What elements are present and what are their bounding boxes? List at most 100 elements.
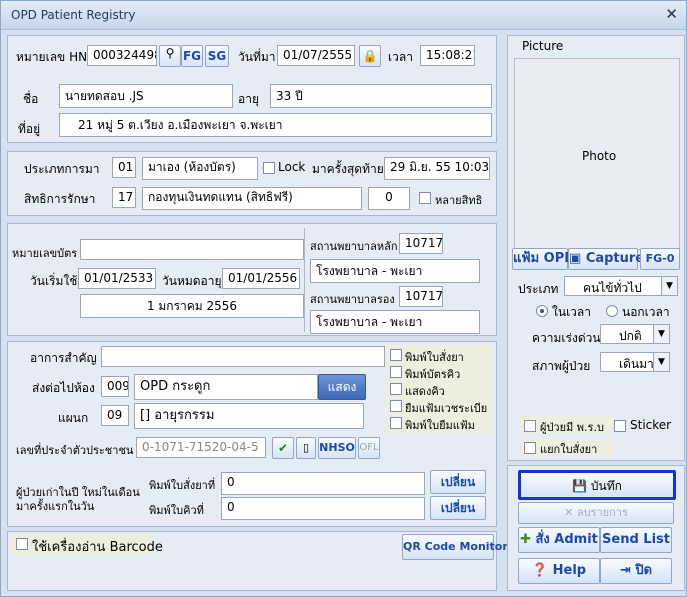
send-room-code[interactable]: 009 [101, 376, 129, 397]
sg-button[interactable]: SG [205, 45, 229, 67]
print-opt-3: ยืมแฟ้มเวชระเบีย [405, 402, 488, 415]
patient-type-select[interactable]: คนไข้ทั่วไป ▼ [564, 276, 678, 296]
patient-type-value: คนไข้ทั่วไป [583, 281, 642, 295]
save-button[interactable]: 💾 บันทึก [518, 470, 676, 500]
lock-checkbox[interactable] [263, 162, 275, 174]
dept-name-text: อายุรกรรม [154, 408, 215, 423]
sticker-label: Sticker [630, 418, 672, 432]
hn-input[interactable]: 000324498 [87, 45, 157, 66]
nhso-button[interactable]: NHSO [318, 437, 356, 459]
change-queue-button[interactable]: เปลี่ยน [430, 496, 486, 520]
change-drug-button[interactable]: เปลี่ยน [430, 470, 486, 494]
symptom-input[interactable] [101, 346, 385, 367]
check-icon[interactable]: ✔ [272, 437, 294, 459]
sticker-checkbox[interactable] [614, 420, 626, 432]
help-icon: ❓ [531, 563, 553, 578]
capture-button[interactable]: ▣ Capture [568, 248, 644, 270]
right-code[interactable]: 17 [112, 187, 136, 208]
visit-type-name[interactable]: มาเอง (ห้องบัตร) [142, 157, 258, 180]
status-label: สภาพผู้ป่วย [532, 359, 591, 373]
visit-date-label: วันที่มา [238, 50, 276, 64]
name-input[interactable]: นายทดสอบ .JS [59, 84, 233, 108]
print-opt-checkbox-1[interactable] [390, 366, 402, 378]
print-queue-label: พิมพ์ใบคิวที่ [149, 504, 204, 517]
chevron-down-icon: ▼ [653, 325, 669, 343]
patient-type-label: ประเภท [518, 282, 559, 296]
patient-info-group: หมายเลข HN 000324498 ⚲ FG SG วันที่มา 01… [7, 35, 497, 143]
print-opt-checkbox-2[interactable] [390, 383, 402, 395]
card-no-label: หมายเลขบัตร [12, 247, 78, 260]
send-room-name[interactable]: OPD กระดูก [134, 374, 318, 400]
name-label: ชื่อ [23, 92, 39, 106]
chevron-down-icon: ▼ [661, 277, 677, 295]
ofl-button[interactable]: OFL [358, 437, 380, 459]
delete-icon: ✕ [564, 506, 577, 519]
opd-window: OPD Patient Registry ✕ หมายเลข HN 000324… [0, 0, 687, 597]
lock-label: Lock [278, 160, 306, 174]
age-input[interactable]: 33 ปี [270, 84, 492, 108]
dept-label: แผนก [58, 411, 89, 425]
main-hosp-label: สถานพยาบาลหลัก [310, 240, 398, 253]
print-drug-label: พิมพ์ใบสั่งยาที่ [149, 479, 216, 492]
lock-icon[interactable]: 🔒 [359, 45, 381, 67]
delete-button[interactable]: ✕ ลบรายการ [518, 502, 674, 524]
capture-label: Capture [585, 251, 645, 266]
citizen-id-input[interactable]: 0-1071-71520-04-5 [136, 437, 266, 458]
help-button[interactable]: ❓ Help [518, 558, 600, 584]
visit-date-input[interactable]: 01/07/2555 [277, 45, 355, 66]
print-opt-checkbox-0[interactable] [390, 349, 402, 361]
multi-right-label: หลายสิทธิ [435, 194, 483, 207]
binoculars-icon[interactable]: ⚲ [159, 45, 181, 67]
opd-file-button[interactable]: แฟ้ม OPD [512, 248, 575, 270]
qr-code-monitor-button[interactable]: QR Code Monitor [402, 534, 508, 560]
fg0-button[interactable]: FG-0 [640, 248, 680, 270]
admit-button[interactable]: ✚ สั่ง Admit [518, 527, 600, 553]
sub-hosp-code[interactable]: 10717 [399, 286, 443, 307]
print-drug-input[interactable]: 0 [221, 472, 425, 495]
send-list-button[interactable]: Send List [600, 527, 672, 553]
address-input[interactable]: 21 หมู่ 5 ต.เวียง อ.เมืองพะเยา จ.พะเยา [59, 113, 492, 137]
main-hosp-code[interactable]: 10717 [399, 233, 443, 254]
card-reader-icon[interactable]: ▯ [296, 437, 316, 459]
multi-right-checkbox[interactable] [419, 192, 431, 204]
print-opt-1: พิมพ์บัตรคิว [405, 368, 461, 381]
divider [304, 228, 305, 332]
patient-photo: Photo [514, 58, 680, 250]
show-button[interactable]: แสดง [318, 374, 366, 400]
help-label: Help [552, 563, 587, 578]
in-time-radio[interactable] [536, 305, 548, 317]
urgency-select[interactable]: ปกติ ▼ [600, 324, 670, 344]
start-date-input[interactable]: 01/01/2533 [78, 268, 156, 289]
print-opt-checkbox-3[interactable] [390, 400, 402, 412]
time-input[interactable]: 15:08:21 [420, 45, 475, 66]
photo-label: Photo [582, 149, 617, 163]
pbs-checkbox[interactable] [524, 420, 536, 432]
delete-label: ลบรายการ [576, 506, 628, 519]
split-checkbox[interactable] [524, 442, 536, 454]
symptom-label: อาการสำคัญ [30, 351, 97, 365]
fg-button[interactable]: FG [181, 45, 203, 67]
status-select[interactable]: เดินมา ▼ [600, 352, 670, 372]
camera-icon: ▣ [569, 251, 586, 266]
barcode-label: ใช้เครื่องอ่าน Barcode [32, 540, 163, 555]
card-no-input[interactable] [80, 239, 304, 260]
close-button[interactable]: ⇥ ปิด [600, 558, 672, 584]
last-visit-value: 29 มิ.ย. 55 10:03 [384, 157, 490, 180]
out-time-radio[interactable] [606, 305, 618, 317]
right-name[interactable]: กองทุนเงินทดแทน (สิทธิฟรี) [142, 187, 362, 210]
urgency-value: ปกติ [619, 329, 642, 343]
print-opt-checkbox-4[interactable] [390, 417, 402, 429]
dept-code[interactable]: 09 [101, 405, 129, 426]
close-label: ปิด [635, 563, 653, 578]
visit-type-code[interactable]: 01 [112, 157, 136, 178]
urgency-label: ความเร่งด่วน [532, 331, 601, 345]
close-icon[interactable]: ✕ [665, 5, 678, 23]
right-label: สิทธิการรักษา [24, 192, 96, 206]
window-title: OPD Patient Registry [11, 8, 136, 22]
expire-date-input[interactable]: 01/01/2556 [222, 268, 300, 289]
barcode-checkbox[interactable] [16, 538, 28, 550]
barcode-group: ใช้เครื่องอ่าน Barcode QR Code Monitor [7, 531, 508, 591]
print-queue-input[interactable]: 0 [221, 497, 425, 520]
save-icon: 💾 [572, 479, 591, 493]
dept-name[interactable]: [] อายุรกรรม [134, 403, 364, 429]
